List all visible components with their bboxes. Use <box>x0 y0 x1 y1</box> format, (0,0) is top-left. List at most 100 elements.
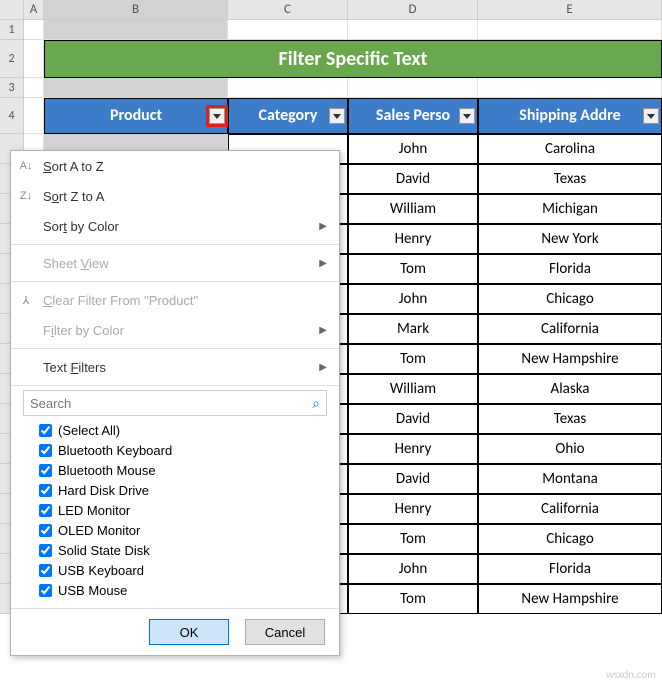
cell-sales-person[interactable]: John <box>348 134 478 164</box>
cell[interactable] <box>24 98 44 134</box>
filter-checkbox[interactable] <box>39 524 52 537</box>
cell-shipping-address[interactable]: Florida <box>478 254 662 284</box>
sort-z-a[interactable]: Z↓ Sort Z to A <box>11 181 339 211</box>
cell-sales-person[interactable]: David <box>348 464 478 494</box>
cell-sales-person[interactable]: Tom <box>348 344 478 374</box>
separator <box>11 385 339 386</box>
search-input[interactable] <box>30 396 312 411</box>
row-header-3[interactable]: 3 <box>0 78 24 98</box>
filter-checkbox[interactable] <box>39 424 52 437</box>
cell-shipping-address[interactable]: New Hampshire <box>478 584 662 614</box>
cell[interactable] <box>348 78 478 98</box>
filter-value-item[interactable]: USB Mouse <box>39 580 327 600</box>
col-header-A[interactable]: A <box>24 0 44 19</box>
sort-a-z[interactable]: A↓ Sort A to Z <box>11 151 339 181</box>
cell[interactable] <box>24 78 44 98</box>
cancel-button[interactable]: Cancel <box>245 619 325 645</box>
cell-sales-person[interactable]: Tom <box>348 584 478 614</box>
filter-value-item[interactable]: USB Keyboard <box>39 560 327 580</box>
chevron-right-icon: ▶ <box>319 221 327 232</box>
header-product[interactable]: Product <box>44 98 228 134</box>
cell[interactable] <box>24 40 44 78</box>
filter-checkbox[interactable] <box>39 464 52 477</box>
filter-checkbox[interactable] <box>39 444 52 457</box>
cell-shipping-address[interactable]: Chicago <box>478 284 662 314</box>
filter-button-category[interactable] <box>329 108 345 124</box>
filter-button-shipping[interactable] <box>643 108 659 124</box>
filter-checkbox[interactable] <box>39 484 52 497</box>
filter-checkbox[interactable] <box>39 544 52 557</box>
cell-shipping-address[interactable]: Chicago <box>478 524 662 554</box>
cell-sales-person[interactable]: William <box>348 194 478 224</box>
separator <box>11 281 339 282</box>
filter-button-product[interactable] <box>209 108 225 124</box>
cell[interactable] <box>44 78 228 98</box>
cell-sales-person[interactable]: Tom <box>348 254 478 284</box>
cell-sales-person[interactable]: John <box>348 554 478 584</box>
filter-value-item[interactable]: (Select All) <box>39 420 327 440</box>
filter-value-item[interactable]: Bluetooth Keyboard <box>39 440 327 460</box>
cell[interactable] <box>478 20 662 40</box>
filter-button-sales[interactable] <box>459 108 475 124</box>
cell-shipping-address[interactable]: California <box>478 494 662 524</box>
cell-sales-person[interactable]: Tom <box>348 524 478 554</box>
cell[interactable] <box>44 20 228 40</box>
filter-value-label: (Select All) <box>58 423 120 438</box>
cell-shipping-address[interactable]: Texas <box>478 404 662 434</box>
cell[interactable] <box>478 78 662 98</box>
filter-checkbox[interactable] <box>39 564 52 577</box>
title-cell[interactable]: Filter Specific Text <box>44 40 662 78</box>
cell-shipping-address[interactable]: New Hampshire <box>478 344 662 374</box>
select-all-corner[interactable] <box>0 0 24 19</box>
cell-sales-person[interactable]: John <box>348 284 478 314</box>
cell[interactable] <box>228 78 348 98</box>
row-header-1[interactable]: 1 <box>0 20 24 40</box>
chevron-right-icon: ▶ <box>319 362 327 373</box>
cell-shipping-address[interactable]: Montana <box>478 464 662 494</box>
cell[interactable] <box>348 20 478 40</box>
cell-sales-person[interactable]: Henry <box>348 224 478 254</box>
filter-value-label: USB Mouse <box>58 583 127 598</box>
header-sales-person[interactable]: Sales Perso <box>348 98 478 134</box>
text-filters[interactable]: Text Filters ▶ <box>11 352 339 382</box>
cell-shipping-address[interactable]: Carolina <box>478 134 662 164</box>
sort-by-color[interactable]: Sort by Color ▶ <box>11 211 339 241</box>
filter-value-item[interactable]: Hard Disk Drive <box>39 480 327 500</box>
ok-button[interactable]: OK <box>149 619 229 645</box>
header-label: Shipping Addre <box>519 106 620 125</box>
filter-checkbox[interactable] <box>39 504 52 517</box>
header-label: Sales Perso <box>376 106 450 125</box>
cell-sales-person[interactable]: William <box>348 374 478 404</box>
filter-value-item[interactable]: Bluetooth Mouse <box>39 460 327 480</box>
cell-sales-person[interactable]: Henry <box>348 494 478 524</box>
cell-shipping-address[interactable]: Michigan <box>478 194 662 224</box>
filter-value-label: OLED Monitor <box>58 523 140 538</box>
filter-search-box[interactable]: ⌕ <box>23 390 327 416</box>
filter-value-item[interactable]: OLED Monitor <box>39 520 327 540</box>
cell[interactable] <box>228 20 348 40</box>
filter-value-item[interactable]: LED Monitor <box>39 500 327 520</box>
cell-shipping-address[interactable]: California <box>478 314 662 344</box>
cell-shipping-address[interactable]: New York <box>478 224 662 254</box>
cell[interactable] <box>24 20 44 40</box>
cell-shipping-address[interactable]: Alaska <box>478 374 662 404</box>
header-category[interactable]: Category <box>228 98 348 134</box>
cell-shipping-address[interactable]: Ohio <box>478 434 662 464</box>
cell-shipping-address[interactable]: Texas <box>478 164 662 194</box>
filter-value-item[interactable]: Solid State Disk <box>39 540 327 560</box>
cell-sales-person[interactable]: David <box>348 404 478 434</box>
sheet-view: Sheet View ▶ <box>11 248 339 278</box>
cell-sales-person[interactable]: Henry <box>348 434 478 464</box>
col-header-E[interactable]: E <box>478 0 662 19</box>
col-header-B[interactable]: B <box>44 0 228 19</box>
cell-sales-person[interactable]: Mark <box>348 314 478 344</box>
row-header-2[interactable]: 2 <box>0 40 24 78</box>
col-header-C[interactable]: C <box>228 0 348 19</box>
header-shipping-address[interactable]: Shipping Addre <box>478 98 662 134</box>
cell-sales-person[interactable]: David <box>348 164 478 194</box>
filter-checkbox[interactable] <box>39 584 52 597</box>
filter-dropdown: A↓ Sort A to Z Z↓ Sort Z to A Sort by Co… <box>10 150 340 656</box>
col-header-D[interactable]: D <box>348 0 478 19</box>
row-header-4[interactable]: 4 <box>0 98 24 134</box>
cell-shipping-address[interactable]: Florida <box>478 554 662 584</box>
